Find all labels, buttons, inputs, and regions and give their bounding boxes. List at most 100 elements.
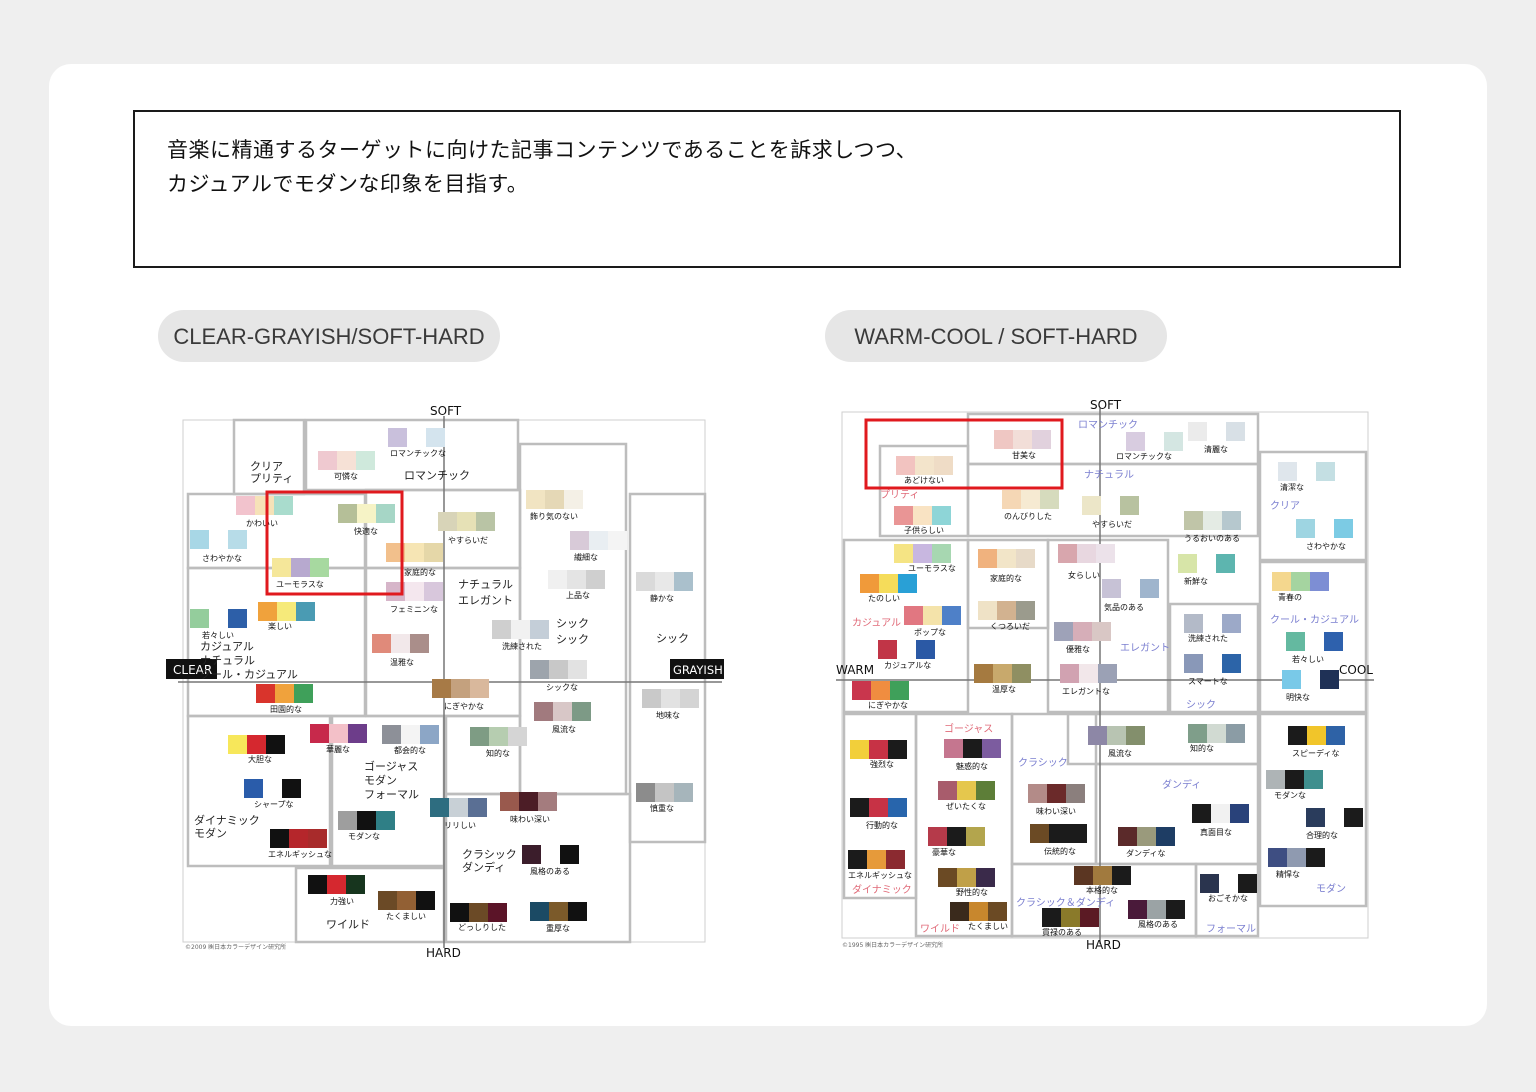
color-swatch [1120,496,1139,515]
color-swatch [568,660,587,679]
image-word-label: エレガントな [1062,686,1110,696]
chart2-axis-warm: WARM [836,663,874,677]
color-swatch [586,570,605,589]
color-swatch [270,829,289,848]
color-swatch [468,798,487,817]
color-swatch [1164,432,1183,451]
color-swatch [1178,554,1197,573]
image-word-label: 風流な [1108,748,1132,758]
image-word-label: 洗練された [502,641,542,651]
image-word-label: リリしい [444,821,476,830]
image-word-label: ユーモラスな [908,564,956,573]
color-swatch [944,739,963,758]
color-swatch [1226,422,1245,441]
color-swatch [879,574,898,593]
image-word-label: 重厚な [546,923,570,933]
color-swatch [1002,490,1021,509]
pattern-group-label: クール・カジュアル [200,668,298,681]
image-word-label: カジュアルな [884,661,931,670]
color-swatch [405,543,424,562]
color-swatch [438,512,457,531]
color-swatch [1203,511,1222,530]
color-swatch [275,684,294,703]
color-swatch [450,903,469,922]
warm-cool-image-scale: SOFT HARD WARM COOL ©1995 ㈱日本カラーデザイン研究所 … [836,398,1374,952]
pattern-group-label: ダイナミック [852,883,912,896]
color-swatch [416,891,435,910]
color-swatch [886,850,905,869]
color-swatch [636,783,655,802]
pattern-group-label: カジュアル [200,640,254,653]
pattern-group-label: エレガント [458,594,513,607]
image-word-label: 気品のある [1104,602,1144,612]
color-swatch [869,740,888,759]
color-swatch [256,684,275,703]
color-swatch [470,727,489,746]
chart2-swatches [848,422,1363,927]
color-swatch [1291,572,1310,591]
color-swatch [1238,874,1257,893]
color-swatch [346,875,365,894]
pattern-group-label: モダン [194,826,227,840]
color-swatch [1305,632,1324,651]
pattern-group-label: モダン [364,773,397,787]
color-swatch [994,430,1013,449]
color-swatch [976,868,995,887]
color-swatch [511,620,530,639]
pattern-group-label: カジュアル [852,617,901,629]
color-swatch [530,660,549,679]
image-word-label: 貫禄のある [1042,928,1082,937]
color-swatch [997,549,1016,568]
image-word-label: かわいい [246,519,278,528]
color-swatch [1137,827,1156,846]
color-swatch [978,601,997,620]
color-swatch [1296,519,1315,538]
color-swatch [410,634,429,653]
color-swatch [850,740,869,759]
color-swatch [913,506,932,525]
image-word-label: 味わい深い [1036,806,1076,816]
chart2-axis-soft: SOFT [1090,398,1122,412]
chart2-axis-hard: HARD [1086,938,1121,952]
pattern-group-label: ゴージャス [364,759,418,773]
pattern-group-label: クリア [1270,500,1300,512]
color-swatch [282,779,301,798]
color-swatch [560,845,579,864]
color-swatch [457,512,476,531]
color-swatch [1082,496,1101,515]
color-swatch [470,679,489,698]
image-word-label: 慎重な [650,803,674,813]
image-word-label: どっしりした [458,923,506,932]
image-word-label: 楽しい [268,621,292,631]
image-word-label: 華麗な [326,744,350,754]
color-swatch [871,681,890,700]
image-word-label: たくましい [968,922,1008,931]
image-word-label: 強烈な [870,759,894,769]
chart1-axis-soft: SOFT [430,404,462,418]
image-word-label: 清麗な [1204,444,1228,454]
color-swatch [1098,664,1117,683]
pattern-group-label: クラシック [462,848,517,861]
color-swatch [488,903,507,922]
image-word-label: シャープな [254,800,294,809]
image-word-label: 大胆な [248,754,272,764]
color-swatch [896,456,915,475]
color-swatch [1316,462,1335,481]
image-word-label: 温雅な [390,657,414,667]
color-swatch [1282,670,1301,689]
color-swatch [426,428,445,447]
color-swatch [661,689,680,708]
color-swatch [1184,614,1203,633]
color-swatch [469,903,488,922]
color-swatch [1188,724,1207,743]
color-swatch [1188,422,1207,441]
image-word-label: 合理的な [1306,830,1338,840]
color-swatch [1184,654,1203,673]
color-swatch [1126,432,1145,451]
image-word-label: 風格のある [1138,919,1178,929]
color-swatch [296,602,315,621]
color-swatch [932,506,951,525]
color-swatch [570,531,589,550]
color-swatch [1307,726,1326,745]
color-swatch [277,602,296,621]
